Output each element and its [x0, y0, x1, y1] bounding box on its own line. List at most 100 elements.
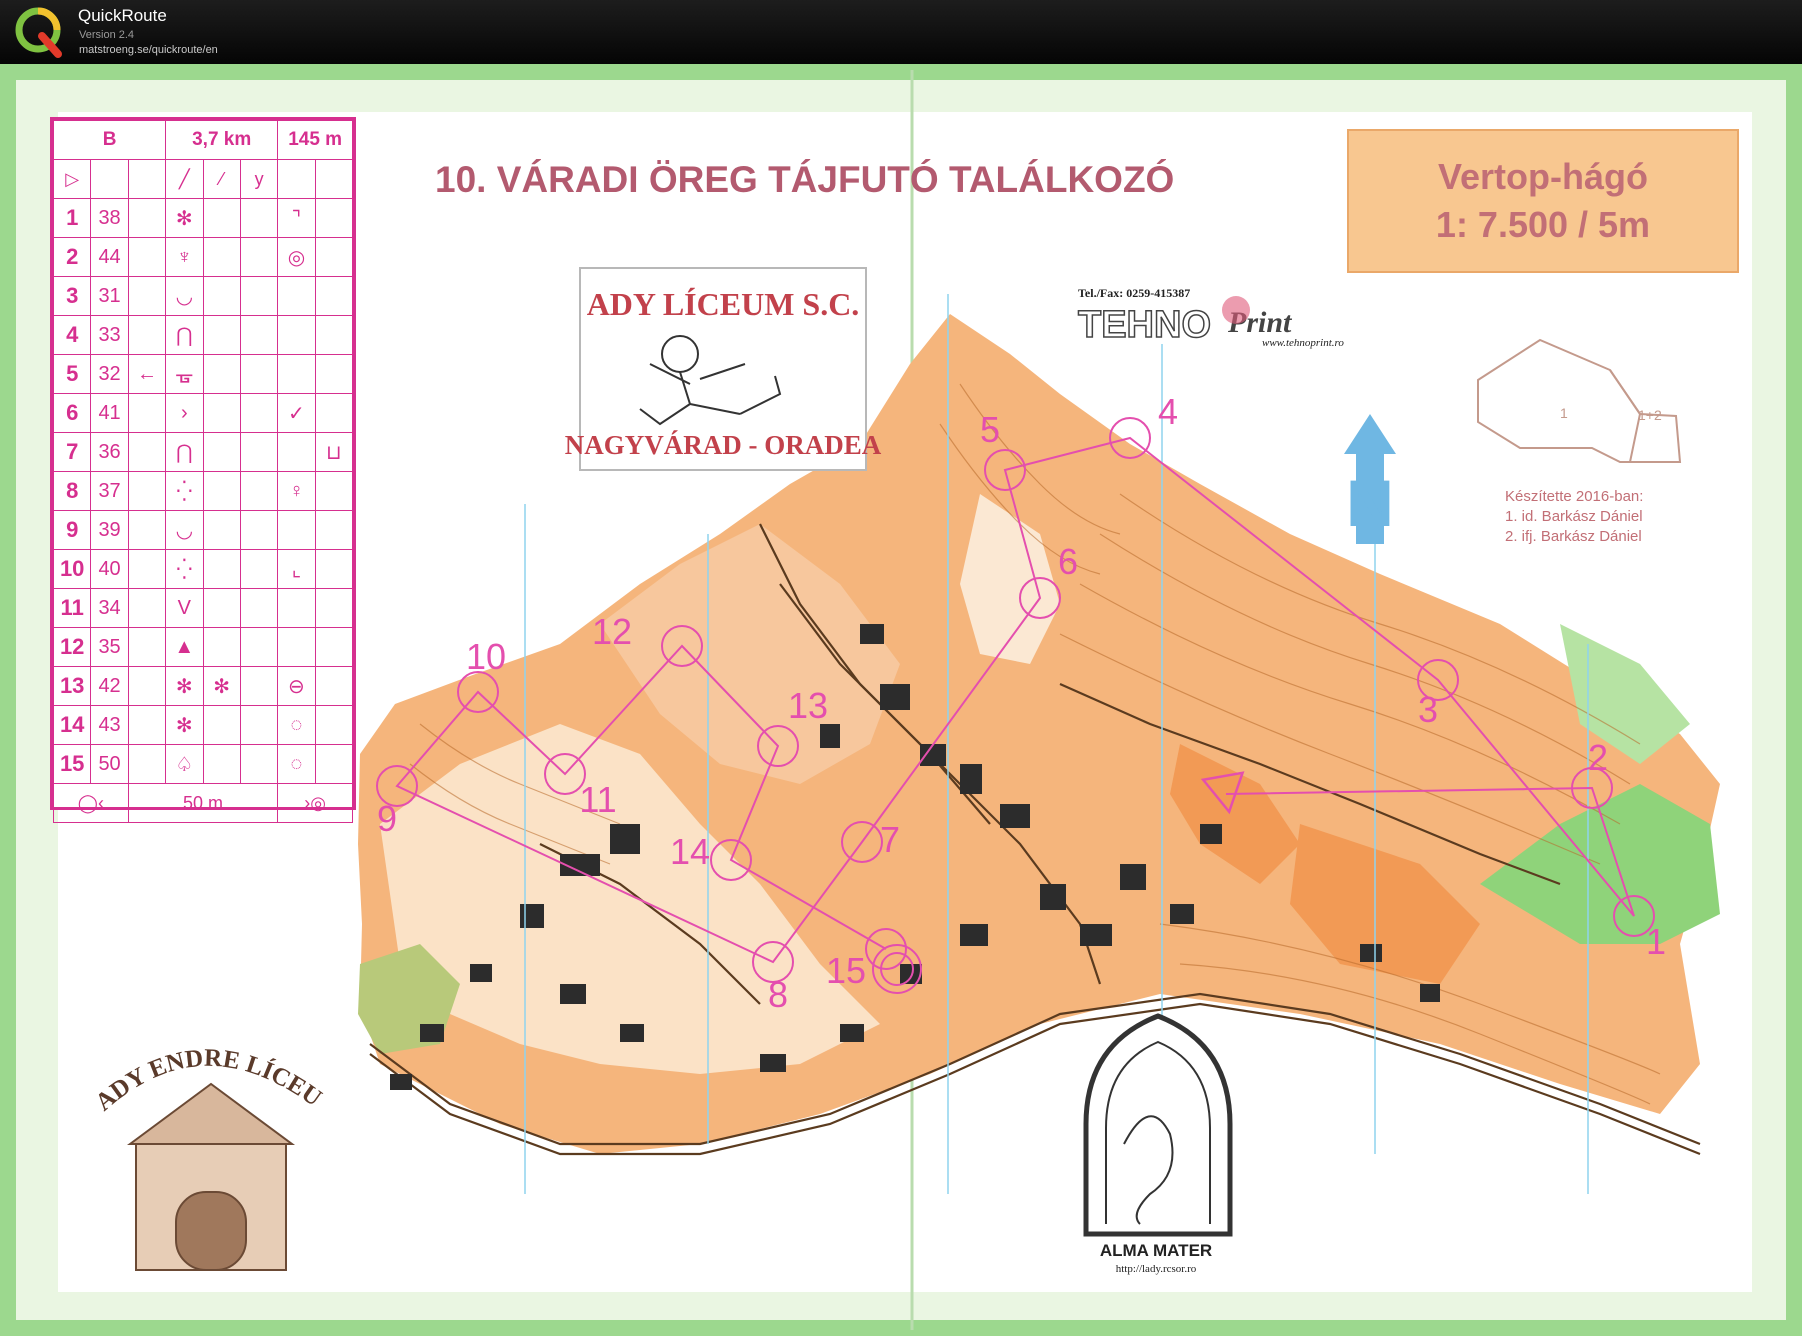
control-label: 9 [377, 798, 397, 839]
control-symbol-icon [314, 744, 354, 784]
control-label: 7 [880, 819, 900, 860]
control-symbol-icon: ⁛ [165, 549, 204, 589]
club-city: NAGYVÁRAD - ORADEA [565, 430, 882, 460]
control-label: 2 [1588, 737, 1608, 778]
control-code: 35 [90, 627, 129, 667]
control-row: 10 40 ⁛ ⌞ [52, 549, 354, 589]
control-description-sheet: B 3,7 km 145 m ▷ ╱ ⁄ y 1 38 ✻ ⌝ 2 44 ♆ ◎ 3 31 ◡ 4 33… [50, 117, 356, 823]
sponsor-splash-icon [1222, 296, 1250, 324]
control-symbol-icon: ⊔ [314, 432, 354, 472]
control-symbol-icon [239, 393, 279, 433]
control-label: 14 [670, 831, 710, 872]
control-symbol-icon [127, 744, 167, 784]
inset-part1: 1 [1560, 405, 1568, 421]
control-symbol-icon [127, 705, 167, 745]
control-symbol-icon [314, 198, 354, 238]
credits-line1: 1. id. Barkász Dániel [1505, 508, 1643, 525]
map-canvas[interactable]: 1 2 3 4 5 6 7 8 9 10 11 12 13 14 15 10. VÁRADI ÖREG TÁ… [0, 64, 1802, 1336]
control-symbol-icon [314, 354, 354, 394]
track-symbol-icon: ⁄ [202, 159, 241, 199]
control-symbol-icon [239, 627, 279, 667]
control-symbol-icon [127, 627, 167, 667]
control-row: 8 37 ⁛ ♀ [52, 471, 354, 511]
junction-symbol-icon: y [239, 159, 279, 199]
control-symbol-icon: ▲ [165, 627, 204, 667]
control-symbol-icon: ◡ [165, 510, 204, 550]
control-row: 14 43 ✻ ◌ [52, 705, 354, 745]
control-label: 12 [592, 611, 632, 652]
control-symbol-icon [239, 354, 279, 394]
scale-box: Vertop-hágó 1: 7.500 / 5m [1347, 129, 1739, 273]
control-symbol-icon [239, 549, 279, 589]
control-symbol-icon [202, 315, 241, 355]
control-symbol-icon [239, 744, 279, 784]
control-number: 6 [52, 393, 92, 433]
control-number: 10 [52, 549, 92, 589]
control-symbol-icon [314, 666, 354, 706]
control-symbol-icon [202, 471, 241, 511]
control-number: 3 [52, 276, 92, 316]
finish-funnel-icon: ◯‹ [53, 783, 129, 823]
control-symbol-icon [202, 627, 241, 667]
control-code: 42 [90, 666, 129, 706]
control-symbol-icon: ⋂ [165, 432, 204, 472]
finish-row: ◯‹ 50 m ›◎ [53, 783, 353, 823]
control-symbol-icon: ◡ [165, 276, 204, 316]
credits-line2: 2. ifj. Barkász Dániel [1505, 528, 1642, 545]
sponsor-url: www.tehnoprint.ro [1262, 337, 1344, 349]
control-symbol-icon [202, 276, 241, 316]
control-symbol-icon [202, 198, 241, 238]
map-credits: Készítette 2016-ban: 1. id. Barkász Dáni… [1505, 488, 1643, 545]
alma-mater-url: http://lady.rcsor.ro [1116, 1263, 1197, 1275]
area-name: Vertop-hágó [1438, 156, 1648, 197]
control-symbol-icon: ✻ [202, 666, 241, 706]
control-symbol-icon [202, 549, 241, 589]
app-url[interactable]: matstroeng.se/quickroute/en [79, 44, 218, 56]
control-symbol-icon [202, 510, 241, 550]
control-symbol-icon [127, 237, 167, 277]
control-code: 40 [90, 549, 129, 589]
control-symbol-icon: ♀ [277, 471, 316, 511]
control-symbol-icon: ◎ [277, 237, 316, 277]
control-symbol-icon [314, 315, 354, 355]
alma-mater-name: ALMA MATER [1100, 1241, 1212, 1260]
control-symbol-icon [239, 471, 279, 511]
control-code: 37 [90, 471, 129, 511]
control-number: 9 [52, 510, 92, 550]
control-row: 4 33 ⋂ [52, 315, 354, 355]
control-label: 13 [788, 685, 828, 726]
control-symbol-icon: ⁛ [165, 471, 204, 511]
control-symbol-icon [127, 471, 167, 511]
control-code: 36 [90, 432, 129, 472]
control-code: 33 [90, 315, 129, 355]
control-symbol-icon [314, 471, 354, 511]
control-number: 8 [52, 471, 92, 511]
control-symbol-icon [127, 276, 167, 316]
control-symbol-icon: V [165, 588, 204, 628]
control-symbol-icon [314, 393, 354, 433]
north-letter: N [1346, 466, 1394, 540]
control-label: 8 [768, 974, 788, 1015]
control-symbol-icon [239, 510, 279, 550]
control-label: 4 [1158, 391, 1178, 432]
control-symbol-icon [314, 588, 354, 628]
control-symbol-icon [127, 549, 167, 589]
app-titlebar: QuickRoute Version 2.4 matstroeng.se/qui… [0, 0, 1802, 64]
control-number: 7 [52, 432, 92, 472]
control-symbol-icon [127, 315, 167, 355]
control-symbol-icon [239, 198, 279, 238]
control-symbol-icon: ⋂ [165, 315, 204, 355]
control-symbol-icon [127, 198, 167, 238]
control-symbol-icon [239, 315, 279, 355]
control-symbol-icon: ✻ [165, 705, 204, 745]
path-symbol-icon: ╱ [165, 159, 204, 199]
control-number: 5 [52, 354, 92, 394]
control-symbol-icon [277, 510, 316, 550]
control-symbol-icon [239, 276, 279, 316]
control-number: 15 [52, 744, 92, 784]
control-number: 14 [52, 705, 92, 745]
control-symbol-icon [202, 237, 241, 277]
control-symbol-icon [202, 588, 241, 628]
sponsor-contact: Tel./Fax: 0259-415387 [1078, 286, 1190, 300]
start-symbol-icon: ▷ [52, 159, 92, 199]
